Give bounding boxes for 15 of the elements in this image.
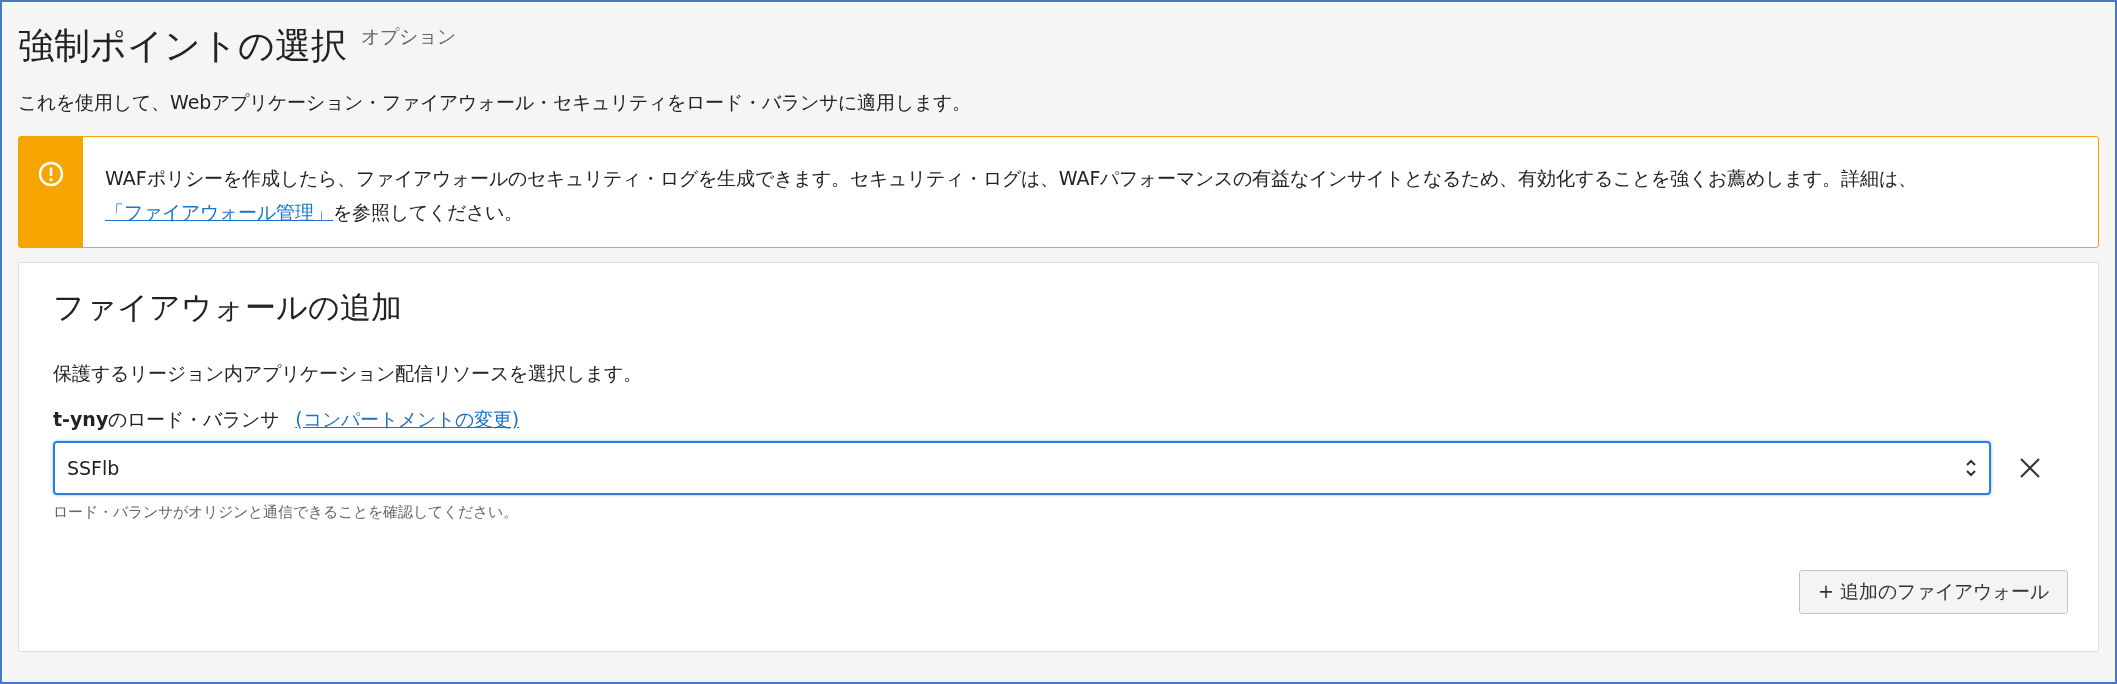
alert-message: WAFポリシーを作成したら、ファイアウォールのセキュリティ・ログを生成できます。セキュリティ・ログは、WAFパフォーマンスの有益なインサイトとなるため、有効化することを強くお薦めします。詳細は、 「ファイアウォール管理」を参照してください。 bbox=[104, 166, 1919, 225]
description-text: これを使用して、Webアプリケーション・ファイアウォール・セキュリティをロード・バランサに適用します。 bbox=[18, 90, 973, 115]
section-title: ファイアウォールの追加 bbox=[53, 288, 403, 327]
warning-icon bbox=[38, 161, 64, 187]
change-compartment-link[interactable]: (コンパートメントの変更) bbox=[295, 407, 520, 433]
close-icon[interactable] bbox=[2019, 457, 2041, 479]
field-label: t-ynyのロード・バランサ bbox=[53, 407, 280, 432]
updown-caret-icon bbox=[1965, 458, 1977, 478]
firewall-management-link[interactable]: 「ファイアウォール管理」 bbox=[105, 201, 333, 223]
section-description: 保護するリージョン内アプリケーション配信リソースを選択します。 bbox=[53, 361, 643, 386]
add-firewall-button[interactable]: + 追加のファイアウォール bbox=[1799, 570, 2068, 614]
help-text: ロード・バランサがオリジンと通信できることを確認してください。 bbox=[53, 503, 519, 522]
page-title: 強制ポイントの選択 bbox=[18, 24, 347, 68]
optional-label: オプション bbox=[361, 24, 456, 49]
load-balancer-select[interactable]: SSFlb bbox=[53, 441, 1991, 495]
